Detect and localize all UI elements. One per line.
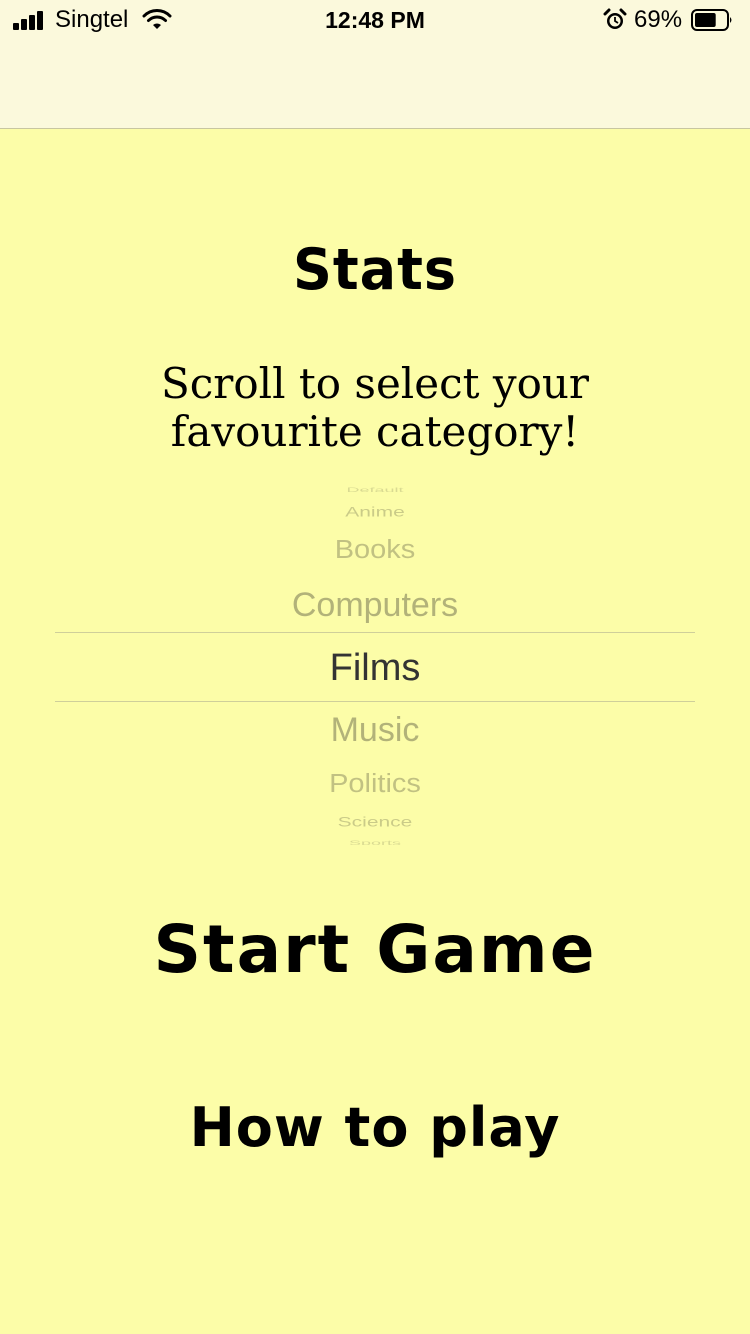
- alarm-clock-icon: [603, 8, 627, 29]
- page-title: Stats: [292, 236, 458, 303]
- how-to-play-button[interactable]: How to play: [0, 1090, 750, 1166]
- picker-item[interactable]: Anime: [55, 505, 695, 519]
- battery-icon: [691, 9, 732, 31]
- battery-percent: 69%: [634, 6, 683, 33]
- picker-item[interactable]: Default: [55, 487, 695, 493]
- category-picker[interactable]: Default Anime Books Computers Films Music Poli…: [55, 485, 695, 845]
- picker-item[interactable]: Science: [55, 815, 695, 829]
- picker-item[interactable]: Books: [55, 537, 695, 563]
- picker-item-selected[interactable]: Films: [55, 649, 695, 687]
- start-game-button[interactable]: Start Game: [0, 905, 750, 995]
- picker-item[interactable]: Politics: [55, 771, 695, 797]
- picker-selection-bottom-line: [55, 701, 695, 702]
- picker-item[interactable]: Music: [55, 713, 695, 747]
- picker-selection-top-line: [55, 632, 695, 633]
- status-bar: Singtel 12:48 PM 69%: [0, 0, 750, 40]
- instruction-text: Scroll to select your favourite category…: [161, 359, 589, 456]
- navigation-bar: [0, 40, 750, 129]
- picker-item[interactable]: Sports: [55, 840, 695, 845]
- picker-item[interactable]: Computers: [55, 588, 695, 622]
